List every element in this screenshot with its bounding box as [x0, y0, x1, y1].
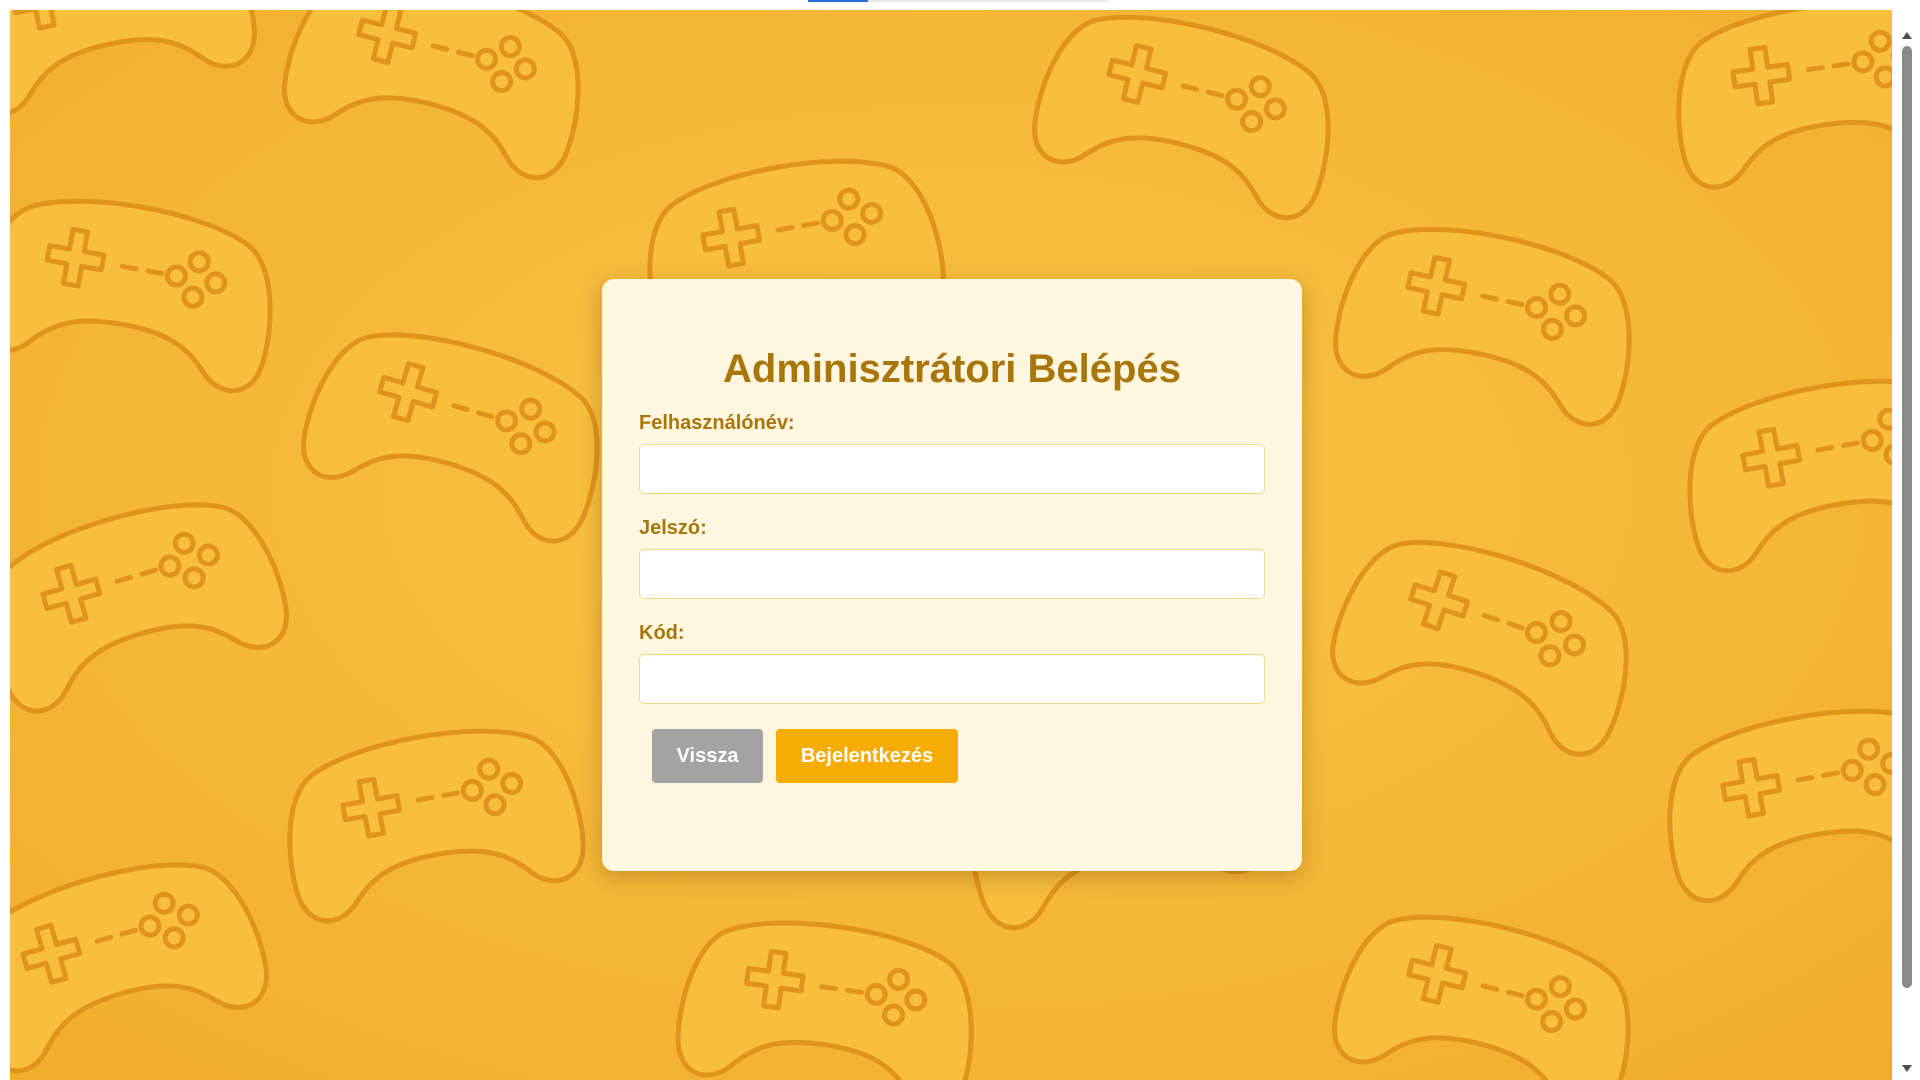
browser-tab-indicator	[808, 0, 1108, 2]
username-field-group: Felhasználónév:	[639, 411, 1265, 494]
login-button[interactable]: Bejelentkezés	[776, 729, 958, 783]
password-input[interactable]	[639, 549, 1265, 599]
active-tab-accent	[808, 0, 868, 2]
admin-login-card: Adminisztrátori Belépés Felhasználónév: …	[602, 279, 1302, 871]
form-actions: Vissza Bejelentkezés	[639, 729, 1265, 783]
username-input[interactable]	[639, 444, 1265, 494]
code-input[interactable]	[639, 654, 1265, 704]
scroll-up-arrow-icon[interactable]	[1902, 32, 1912, 39]
password-field-group: Jelszó:	[639, 516, 1265, 599]
code-field-group: Kód:	[639, 621, 1265, 704]
back-button[interactable]: Vissza	[652, 729, 763, 783]
scroll-down-arrow-icon[interactable]	[1902, 1065, 1912, 1072]
scrollbar-thumb[interactable]	[1902, 46, 1912, 988]
password-label: Jelszó:	[639, 517, 707, 539]
page-viewport: Adminisztrátori Belépés Felhasználónév: …	[10, 10, 1892, 1080]
login-title: Adminisztrátori Belépés	[723, 347, 1181, 391]
username-label: Felhasználónév:	[639, 412, 795, 434]
code-label: Kód:	[639, 622, 685, 644]
vertical-scrollbar[interactable]	[1894, 0, 1920, 1080]
